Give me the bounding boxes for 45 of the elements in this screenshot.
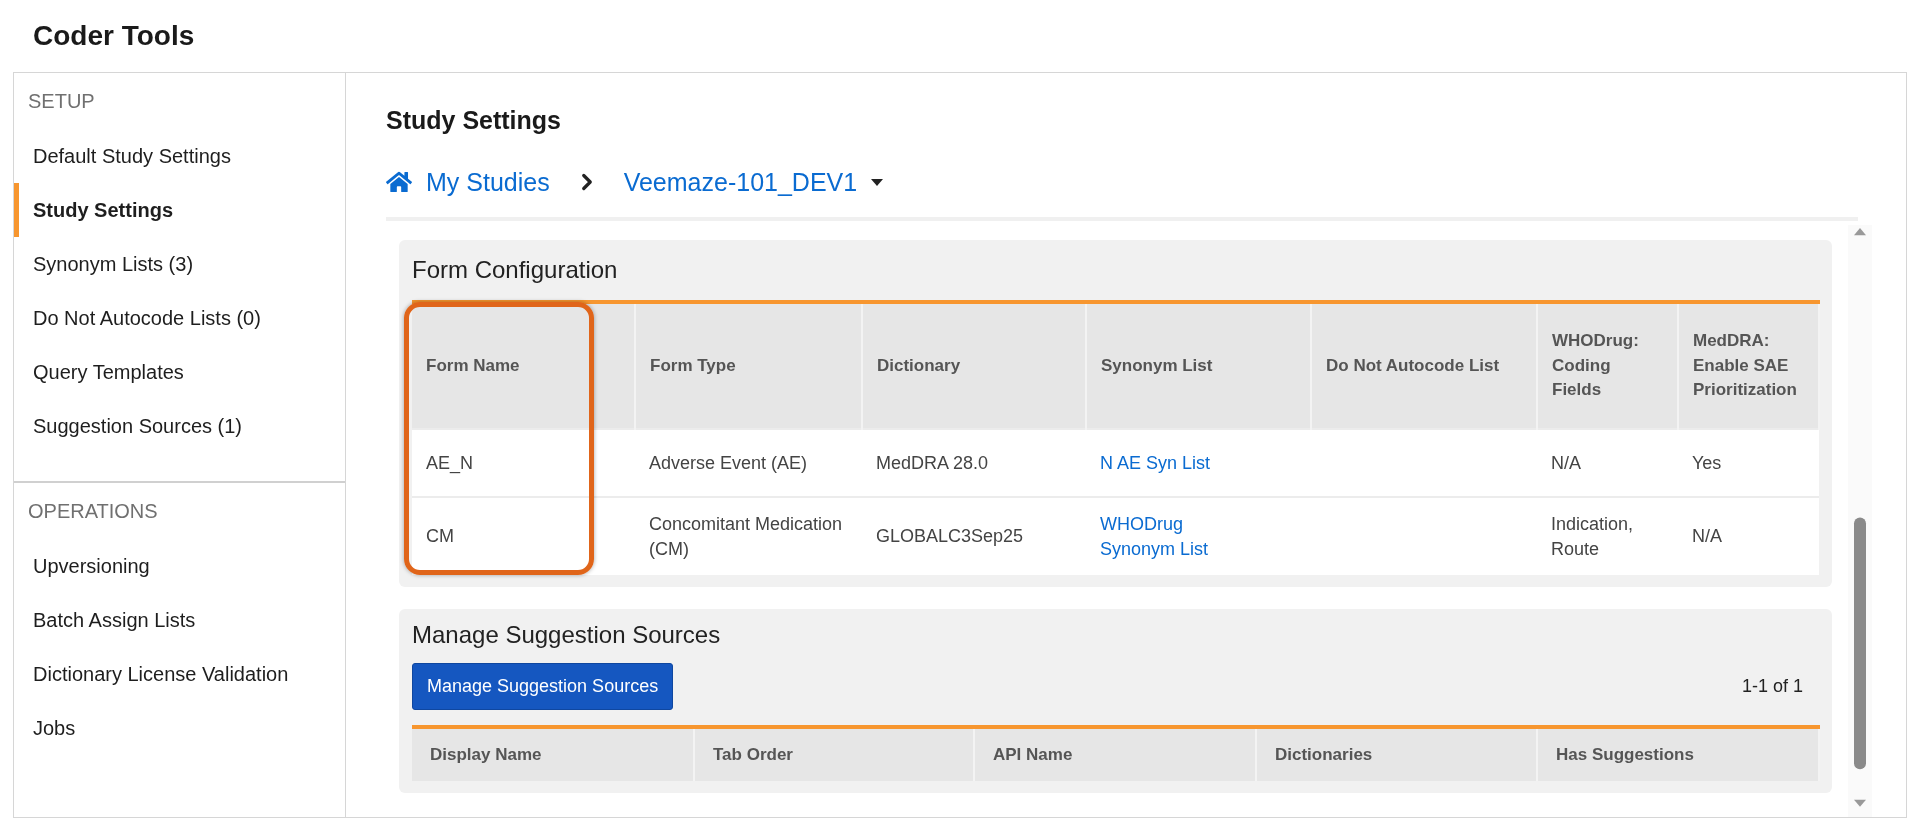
column-header: Do Not Autocode List	[1311, 302, 1537, 429]
sidebar-item[interactable]: Do Not Autocode Lists (0)	[14, 291, 345, 345]
sidebar-item[interactable]: Study Settings	[14, 183, 345, 237]
pagination-count: 1-1 of 1	[1741, 675, 1804, 697]
sidebar-item[interactable]: Batch Assign Lists	[14, 593, 345, 647]
sidebar-item[interactable]: Query Templates	[14, 345, 345, 399]
table-cell: GLOBALC3Sep25	[862, 497, 1086, 575]
column-header: Synonym List	[1086, 302, 1311, 429]
sidebar-item[interactable]: Synonym Lists (3)	[14, 237, 345, 291]
sidebar-item[interactable]: Dictionary License Validation	[14, 647, 345, 701]
sidebar-item[interactable]: Suggestion Sources (1)	[14, 399, 345, 453]
scrollbar[interactable]	[1848, 225, 1872, 817]
column-header: Form Type	[635, 302, 862, 429]
column-header: API Name	[974, 727, 1256, 781]
column-header: Tab Order	[694, 727, 974, 781]
app-title: Coder Tools	[32, 19, 196, 53]
table-cell: CM	[412, 497, 635, 575]
table-cell: Adverse Event (AE)	[635, 429, 862, 497]
breadcrumb-link[interactable]: My Studies	[386, 167, 550, 197]
table-cell: Indication, Route	[1537, 497, 1678, 575]
table-cell: Yes	[1678, 429, 1819, 497]
page-title: Study Settings	[386, 105, 562, 135]
column-header: WHODrug: Coding Fields	[1537, 302, 1678, 429]
home-icon	[386, 169, 412, 195]
column-header: MedDRA: Enable SAE Prioritization	[1678, 302, 1819, 429]
table-cell: MedDRA 28.0	[862, 429, 1086, 497]
column-header: Dictionaries	[1256, 727, 1537, 781]
column-header: Dictionary	[862, 302, 1086, 429]
synonym-list-link[interactable]: N AE Syn List	[1100, 450, 1211, 476]
column-header: Has Suggestions	[1537, 727, 1819, 781]
manage-suggestion-sources-button[interactable]: Manage Suggestion Sources	[412, 662, 674, 710]
table-cell: Concomitant Medication (CM)	[635, 497, 862, 575]
breadcrumb-label: My Studies	[426, 167, 550, 197]
card-title: Manage Suggestion Sources	[412, 620, 722, 650]
section-heading: OPERATIONS	[27, 498, 159, 524]
column-header: Display Name	[412, 727, 694, 781]
card-title: Form Configuration	[412, 255, 619, 285]
table-cell: AE_N	[412, 429, 635, 497]
table-cell: N/A	[1537, 429, 1678, 497]
section-heading: SETUP	[27, 88, 96, 114]
caret-icon	[871, 178, 884, 186]
sidebar-item[interactable]: Jobs	[14, 701, 345, 755]
table-cell: N/A	[1678, 497, 1819, 575]
sidebar-item[interactable]: Upversioning	[14, 539, 345, 593]
sidebar-item[interactable]: Default Study Settings	[14, 129, 345, 183]
